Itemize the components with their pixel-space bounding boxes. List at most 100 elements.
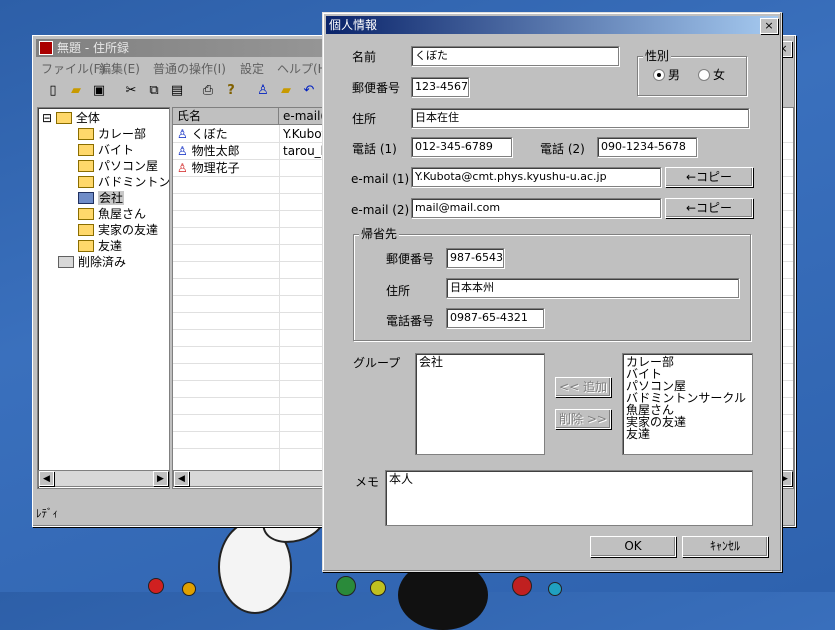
personal-info-dialog: 個人情報 × 名前 くぼた 郵便番号 123-4567 性別 男 女 住所 日本… bbox=[322, 12, 782, 572]
postal-field[interactable]: 123-4567 bbox=[411, 77, 469, 97]
table-cell-email: tarou_bu bbox=[283, 144, 323, 158]
table-row[interactable]: ♙ 物理花子 bbox=[177, 160, 277, 176]
radio-selected-icon bbox=[653, 68, 665, 81]
menu-settings[interactable]: 設定 bbox=[240, 60, 264, 77]
close-icon[interactable]: × bbox=[760, 18, 778, 34]
tree-item[interactable]: 魚屋さん bbox=[78, 206, 146, 222]
gender-female-radio[interactable]: 女 bbox=[698, 67, 725, 83]
save-icon[interactable]: ▣ bbox=[90, 82, 108, 100]
add-group-button[interactable]: << 追加 bbox=[555, 377, 611, 397]
new-file-icon[interactable]: ▯ bbox=[44, 82, 62, 100]
copy-email2-button[interactable]: ←コピー bbox=[665, 198, 753, 218]
person-male-icon: ♙ bbox=[177, 144, 188, 158]
group-label: グループ bbox=[353, 356, 401, 370]
dialog-titlebar: 個人情報 × bbox=[326, 16, 778, 34]
email2-label: e-mail (2) bbox=[351, 203, 410, 217]
folder-icon bbox=[55, 111, 72, 124]
gender-group-title: 性別 bbox=[643, 49, 672, 63]
phone2-label: 電話 (2) bbox=[540, 142, 585, 156]
group-members-list[interactable]: 会社 bbox=[415, 353, 545, 455]
folder-icon bbox=[78, 143, 94, 156]
remove-group-button[interactable]: 削除 >> bbox=[555, 409, 611, 429]
folder-icon bbox=[78, 223, 94, 236]
email2-field[interactable]: mail@mail.com bbox=[411, 198, 661, 218]
desktop-ornament bbox=[336, 576, 356, 596]
tree-item[interactable]: カレー部 bbox=[78, 126, 146, 142]
person-male-icon: ♙ bbox=[177, 127, 188, 141]
desktop-ornament bbox=[548, 582, 562, 596]
folder-icon bbox=[78, 175, 94, 188]
cancel-button[interactable]: ｷｬﾝｾﾙ bbox=[682, 536, 768, 557]
app-icon bbox=[39, 40, 53, 55]
home-group-title: 帰省先 bbox=[359, 227, 400, 241]
tree-item-selected[interactable]: 会社 bbox=[78, 190, 125, 206]
toolbar: ▯ ▰ ▣ ✂ ⧉ ▤ ⎙ ? ♙ ▰ ↶ bbox=[36, 80, 326, 104]
phone1-field[interactable]: 012-345-6789 bbox=[411, 137, 512, 157]
dialog-title: 個人情報 bbox=[329, 18, 378, 32]
paste-icon[interactable]: ▤ bbox=[168, 82, 186, 100]
ok-button[interactable]: OK bbox=[590, 536, 676, 557]
radio-icon bbox=[698, 68, 710, 81]
list-item[interactable]: 友達 bbox=[626, 428, 749, 440]
available-groups-list[interactable]: カレー部 バイト パソコン屋 バドミントンサークル 魚屋さん 実家の友達 友達 bbox=[622, 353, 753, 455]
table-row[interactable]: ♙ 物性太郎 bbox=[177, 143, 277, 159]
home-address-label: 住所 bbox=[386, 284, 411, 298]
tree-item[interactable]: 実家の友達 bbox=[78, 222, 158, 238]
gender-male-radio[interactable]: 男 bbox=[653, 67, 680, 83]
home-phone-field[interactable]: 0987-65-4321 bbox=[446, 308, 544, 328]
phone1-label: 電話 (1) bbox=[352, 142, 397, 156]
print-icon[interactable]: ⎙ bbox=[199, 82, 217, 100]
postal-label: 郵便番号 bbox=[352, 81, 401, 95]
column-divider bbox=[279, 125, 280, 470]
email1-field[interactable]: Y.Kubota@cmt.phys.kyushu-u.ac.jp bbox=[411, 167, 661, 187]
copy-email1-button[interactable]: ←コピー bbox=[665, 167, 753, 187]
help-icon[interactable]: ? bbox=[222, 82, 240, 100]
tree-item[interactable]: 友達 bbox=[78, 238, 122, 254]
name-field[interactable]: くぼた bbox=[411, 46, 619, 66]
scroll-right-icon[interactable]: ▶ bbox=[153, 471, 168, 486]
group-tree[interactable]: ⊟ 全体 カレー部 バイト パソコン屋 バドミントンサー 会社 魚屋さん 実家の… bbox=[37, 107, 170, 489]
scroll-left-icon[interactable]: ◀ bbox=[174, 471, 189, 486]
open-folder-icon[interactable]: ▰ bbox=[67, 82, 85, 100]
email1-label: e-mail (1) bbox=[351, 172, 410, 186]
desktop-ornament bbox=[512, 576, 532, 596]
tree-item[interactable]: パソコン屋 bbox=[78, 158, 158, 174]
column-header-name[interactable]: 氏名 bbox=[173, 108, 279, 125]
folder-icon bbox=[78, 159, 94, 172]
home-phone-label: 電話番号 bbox=[386, 314, 435, 328]
list-item[interactable]: 会社 bbox=[419, 356, 541, 368]
copy-icon[interactable]: ⧉ bbox=[145, 82, 163, 100]
memo-label: メモ bbox=[355, 475, 380, 489]
table-row[interactable]: ♙ くぼた bbox=[177, 126, 277, 142]
folder-icon[interactable]: ▰ bbox=[277, 82, 295, 100]
folder-icon bbox=[78, 207, 94, 220]
tree-root[interactable]: ⊟ 全体 bbox=[42, 110, 100, 126]
main-window-title: 無題 - 住所録 bbox=[57, 41, 129, 55]
phone2-field[interactable]: 090-1234-5678 bbox=[597, 137, 697, 157]
address-label: 住所 bbox=[352, 112, 377, 126]
tree-item-trash[interactable]: 削除済み bbox=[58, 254, 126, 270]
home-postal-label: 郵便番号 bbox=[386, 252, 435, 266]
desktop-ornament bbox=[370, 580, 386, 596]
cut-icon[interactable]: ✂ bbox=[122, 82, 140, 100]
memo-textarea[interactable]: 本人 bbox=[385, 470, 753, 526]
home-address-field[interactable]: 日本本州 bbox=[446, 278, 739, 298]
menu-edit[interactable]: 編集(E) bbox=[99, 60, 140, 77]
home-postal-field[interactable]: 987-6543 bbox=[446, 248, 504, 268]
folder-icon bbox=[78, 239, 94, 252]
folder-icon bbox=[58, 255, 74, 268]
open-folder-icon bbox=[78, 191, 94, 204]
undo-icon[interactable]: ↶ bbox=[300, 82, 318, 100]
table-cell-email: Y.Kubota bbox=[283, 127, 323, 141]
desktop-ornament bbox=[182, 582, 196, 596]
person-icon[interactable]: ♙ bbox=[254, 82, 272, 100]
menu-operation[interactable]: 普通の操作(I) bbox=[153, 60, 226, 77]
menu-file[interactable]: ファイル(F) bbox=[41, 60, 105, 77]
tree-item[interactable]: バイト bbox=[78, 142, 134, 158]
address-field[interactable]: 日本在住 bbox=[411, 108, 749, 128]
scroll-left-icon[interactable]: ◀ bbox=[39, 471, 54, 486]
tree-hscrollbar[interactable]: ◀ ▶ bbox=[38, 470, 169, 487]
tree-item[interactable]: バドミントンサー bbox=[78, 174, 169, 190]
name-label: 名前 bbox=[352, 50, 377, 64]
folder-icon bbox=[78, 127, 94, 140]
